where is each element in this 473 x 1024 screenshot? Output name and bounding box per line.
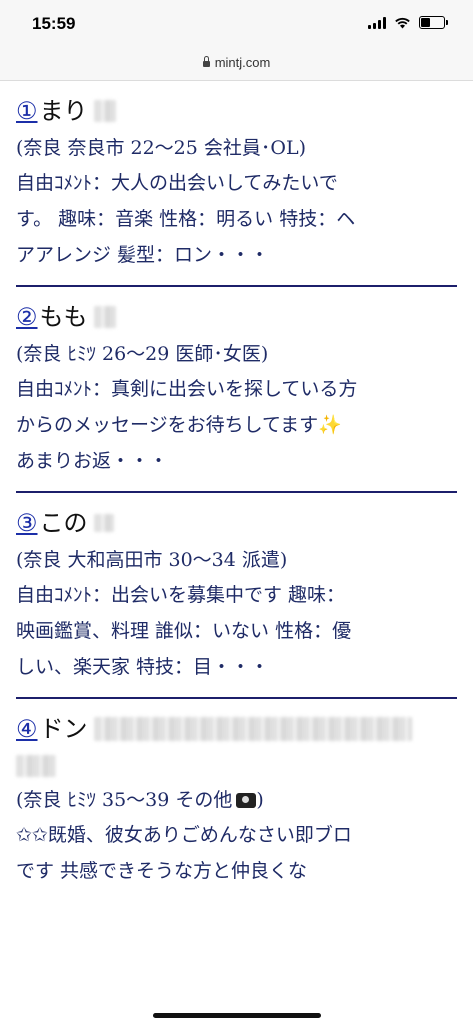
profile-entry[interactable]: ② もも (奈良 ﾋﾐﾂ 26〜29 医師･女医) 自由ｺﾒﾝﾄ：真剣に出会いを… [16, 287, 457, 493]
address-bar[interactable]: mintj.com [0, 44, 473, 81]
profile-number-link[interactable]: ① [16, 91, 38, 131]
profile-number-link[interactable]: ④ [16, 709, 38, 749]
blurred-name [93, 717, 412, 741]
comment-line: アアレンジ 髪型：ロン・・・ [16, 244, 270, 266]
profile-entry[interactable]: ① まり (奈良 奈良市 22〜25 会社員･OL) 自由ｺﾒﾝﾄ：大人の出会い… [16, 81, 457, 287]
comment-line: 自由ｺﾒﾝﾄ：出会いを募集中です 趣味： [16, 584, 346, 606]
profile-header: ③ この [16, 503, 457, 543]
comment-line: 自由ｺﾒﾝﾄ：大人の出会いしてみたいで [16, 172, 338, 194]
profile-entry[interactable]: ④ ドン (奈良 ﾋﾐﾂ 35〜39 その他) ✩✩既婚、彼女ありごめんなさい即… [16, 699, 457, 901]
meta-text: (奈良 ﾋﾐﾂ 35〜39 その他 [16, 789, 233, 811]
comment-line: 映画鑑賞、料理 誰似：いない 性格：優 [16, 620, 352, 642]
profile-meta: (奈良 ﾋﾐﾂ 35〜39 その他) [16, 783, 457, 817]
blurred-name [93, 514, 114, 532]
comment-line: ✩✩既婚、彼女ありごめんなさい即ブロ [16, 824, 352, 846]
profile-name: ドン [39, 715, 88, 743]
profile-name: まり [39, 97, 88, 125]
status-icons [368, 16, 448, 29]
profile-comment: ✩✩既婚、彼女ありごめんなさい即ブロ です 共感できそうな方と仲良くな [16, 817, 457, 889]
profile-meta: (奈良 大和高田市 30〜34 派遣) [16, 549, 288, 571]
profile-number-link[interactable]: ③ [16, 503, 38, 543]
url-text: mintj.com [214, 54, 271, 70]
status-time: 15:59 [32, 14, 76, 33]
profile-name: この [39, 509, 88, 537]
profile-meta: (奈良 奈良市 22〜25 会社員･OL) [16, 137, 306, 159]
profile-header: ① まり [16, 91, 457, 131]
sparkle-icon: ✨ [318, 414, 342, 436]
lock-icon [202, 56, 210, 67]
profile-list: ① まり (奈良 奈良市 22〜25 会社員･OL) 自由ｺﾒﾝﾄ：大人の出会い… [0, 81, 473, 901]
profile-number-link[interactable]: ② [16, 297, 38, 337]
comment-line: あまりお返・・・ [16, 450, 169, 472]
profile-comment: 自由ｺﾒﾝﾄ：真剣に出会いを探している方 からのメッセージをお待ちしてます✨ あ… [16, 371, 457, 479]
profile-name: もも [39, 303, 88, 331]
comment-line: 自由ｺﾒﾝﾄ：真剣に出会いを探している方 [16, 378, 358, 400]
blurred-name [93, 100, 116, 122]
battery-icon [419, 16, 448, 29]
profile-comment: 自由ｺﾒﾝﾄ：出会いを募集中です 趣味： 映画鑑賞、料理 誰似：いない 性格：優… [16, 577, 457, 685]
profile-meta: (奈良 ﾋﾐﾂ 26〜29 医師･女医) [16, 343, 269, 365]
profile-header-cont [16, 749, 457, 783]
comment-line: からのメッセージをお待ちしてます✨ [16, 407, 457, 443]
profile-comment: 自由ｺﾒﾝﾄ：大人の出会いしてみたいで す。 趣味：音楽 性格：明るい 特技：ヘ… [16, 165, 457, 273]
wifi-icon [395, 17, 410, 28]
blurred-name [16, 755, 56, 777]
camera-icon [236, 793, 257, 808]
profile-header: ② もも [16, 297, 457, 337]
profile-entry[interactable]: ③ この (奈良 大和高田市 30〜34 派遣) 自由ｺﾒﾝﾄ：出会いを募集中で… [16, 493, 457, 699]
home-indicator[interactable] [153, 1013, 321, 1018]
status-bar: 15:59 [0, 0, 473, 44]
meta-close: ) [256, 789, 264, 811]
comment-line: す。 趣味：音楽 性格：明るい 特技：ヘ [16, 208, 356, 230]
signal-icon [368, 16, 386, 29]
comment-line: しい、楽天家 特技：目・・・ [16, 656, 270, 678]
profile-header: ④ ドン [16, 709, 457, 749]
blurred-name [93, 306, 116, 328]
comment-text: からのメッセージをお待ちしてます [16, 414, 319, 436]
comment-line: です 共感できそうな方と仲良くな [16, 860, 308, 882]
